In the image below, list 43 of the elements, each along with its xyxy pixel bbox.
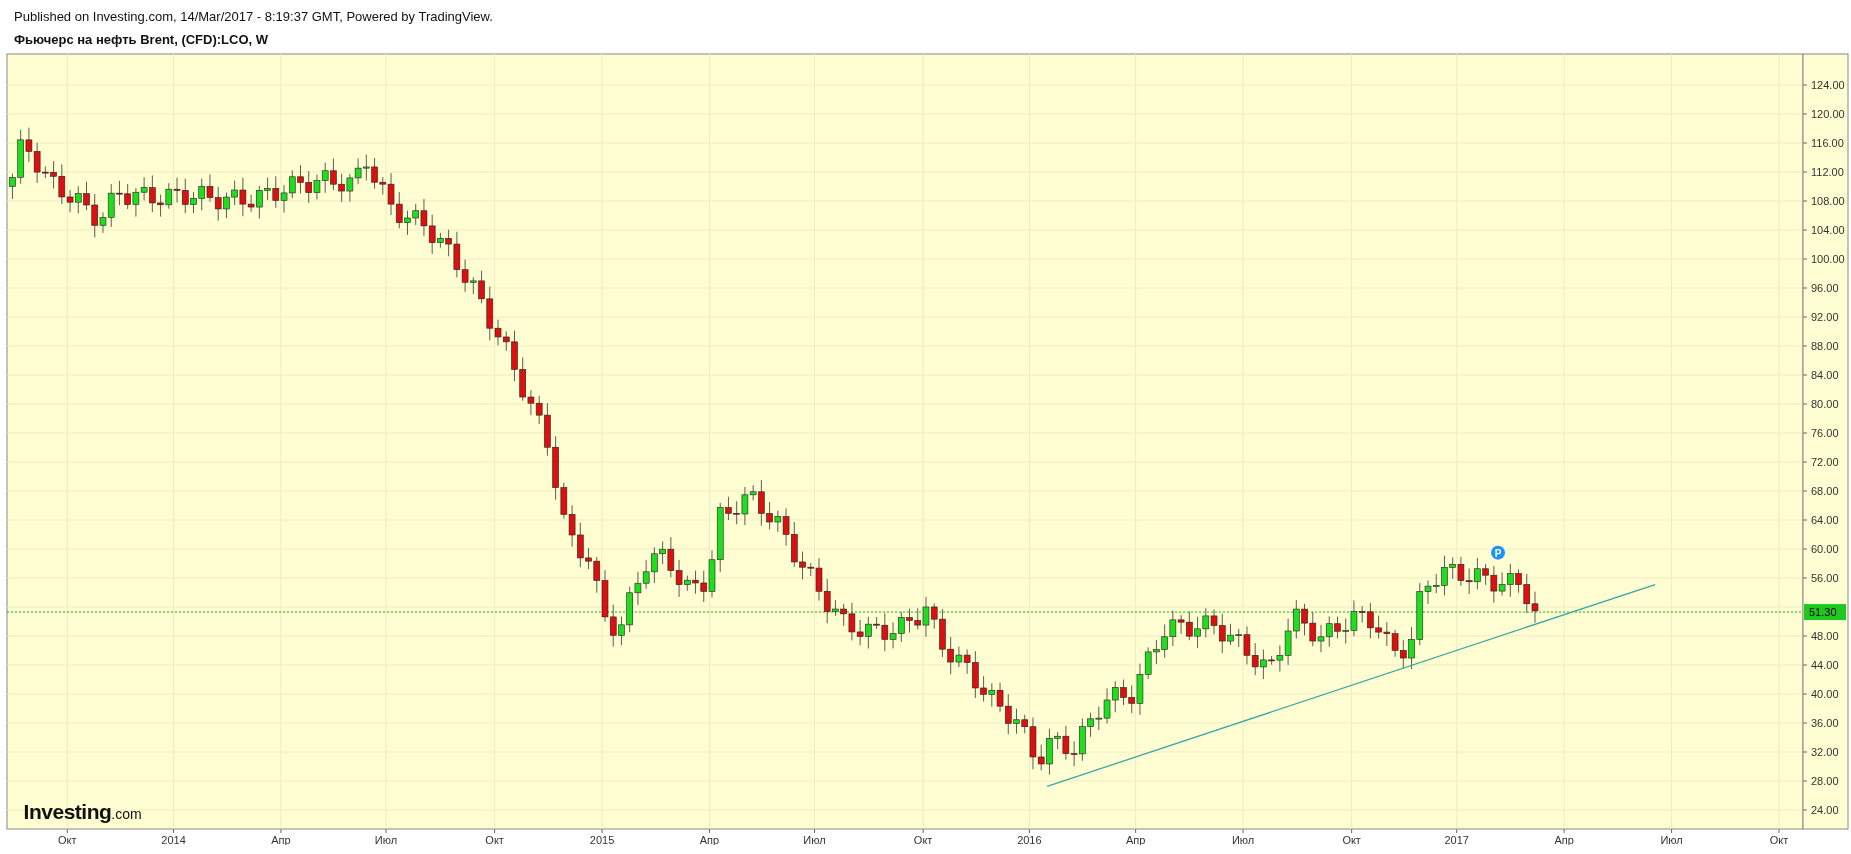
x-axis-label: Окт bbox=[1769, 834, 1789, 845]
y-axis-label: 76.00 bbox=[1811, 427, 1839, 439]
x-axis-label: Июл bbox=[374, 834, 398, 845]
x-axis-label: Июл bbox=[1660, 834, 1683, 845]
y-axis-label: 40.00 bbox=[1811, 688, 1839, 700]
y-axis-label: 84.00 bbox=[1811, 369, 1839, 381]
x-axis-label: 2015 bbox=[589, 834, 615, 845]
y-axis-label: 28.00 bbox=[1811, 775, 1839, 787]
y-axis-label: 64.00 bbox=[1811, 514, 1839, 526]
y-axis-label: 56.00 bbox=[1811, 572, 1839, 584]
y-axis-label: 92.00 bbox=[1811, 311, 1839, 323]
y-axis-label: 100.00 bbox=[1811, 253, 1845, 265]
x-axis-label: 2017 bbox=[1444, 834, 1469, 845]
y-axis-label: 116.00 bbox=[1811, 137, 1844, 149]
y-axis-label: 120.00 bbox=[1811, 108, 1845, 120]
y-axis-label: 60.00 bbox=[1811, 543, 1839, 555]
y-axis-label: 72.00 bbox=[1811, 456, 1839, 468]
x-axis-label: Июл bbox=[1231, 834, 1255, 845]
y-axis-label: 104.00 bbox=[1811, 224, 1845, 236]
y-axis-label: 48.00 bbox=[1811, 630, 1839, 642]
x-axis-label: Окт bbox=[58, 834, 77, 845]
y-axis-label: 108.00 bbox=[1811, 195, 1845, 207]
current-price-tag: 51.30 bbox=[1804, 604, 1846, 621]
y-axis-label: 96.00 bbox=[1811, 282, 1839, 294]
y-axis-label: 68.00 bbox=[1811, 485, 1839, 497]
x-axis-label: 2014 bbox=[161, 834, 186, 845]
x-axis-label: Окт bbox=[913, 834, 933, 845]
x-axis-label: Окт bbox=[485, 834, 504, 845]
publish-info: Published on Investing.com, 14/Mar/2017 - 8:19:37 GMT, Powered by TradingView. bbox=[14, 9, 494, 25]
y-axis-label: 32.00 bbox=[1811, 746, 1839, 758]
y-axis-label: 80.00 bbox=[1811, 398, 1839, 410]
x-axis-label: Окт bbox=[1342, 834, 1361, 845]
x-axis-label: 2016 bbox=[1017, 834, 1042, 845]
y-axis-label: 24.00 bbox=[1811, 804, 1839, 816]
y-axis-label: 88.00 bbox=[1811, 340, 1839, 352]
chart-title: Фьючерс на нефть Brent, (CFD):LCO, W bbox=[14, 32, 269, 48]
y-axis-label: 36.00 bbox=[1811, 717, 1839, 729]
y-axis-label: 112.00 bbox=[1811, 166, 1844, 178]
investing-logo: Investing.com bbox=[23, 800, 142, 824]
x-axis-label: Июл bbox=[803, 834, 826, 845]
y-axis-label: 124.00 bbox=[1811, 79, 1845, 91]
y-axis-label: 44.00 bbox=[1811, 659, 1839, 671]
marker-badge: P bbox=[1491, 545, 1506, 560]
